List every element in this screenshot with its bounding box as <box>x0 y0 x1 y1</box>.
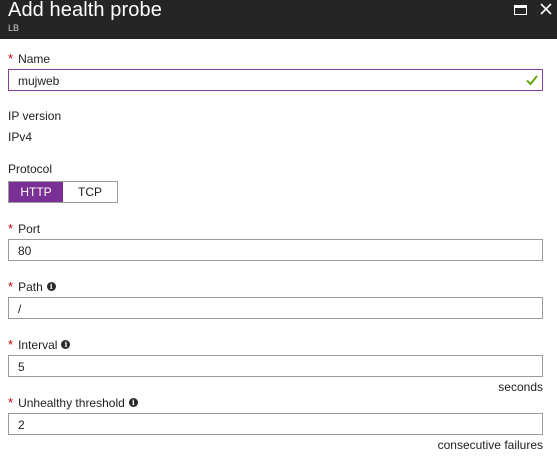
unhealthy-threshold-label-text: Unhealthy threshold <box>18 395 125 410</box>
blade-subtitle: LB <box>8 23 20 33</box>
interval-input[interactable]: 5 <box>8 355 543 377</box>
path-input[interactable]: / <box>8 297 543 319</box>
interval-label-text: Interval <box>18 337 58 352</box>
info-icon[interactable]: i <box>46 282 56 291</box>
blade-header: Add health probe LB <box>0 0 557 39</box>
path-label: * Path i <box>8 279 56 294</box>
checkmark-icon <box>526 75 538 86</box>
unhealthy-threshold-label: * Unhealthy threshold i <box>8 395 138 410</box>
port-label-text: Port <box>18 221 41 236</box>
info-icon[interactable]: i <box>61 340 71 349</box>
blade-title: Add health probe <box>8 0 162 21</box>
name-value: mujweb <box>18 74 60 88</box>
close-icon[interactable] <box>538 1 554 17</box>
protocol-option-http[interactable]: HTTP <box>9 182 63 202</box>
required-marker: * <box>8 279 14 294</box>
unhealthy-threshold-unit: consecutive failures <box>437 438 543 452</box>
maximize-icon[interactable] <box>514 5 527 15</box>
required-marker: * <box>8 337 14 352</box>
name-input[interactable]: mujweb <box>8 69 543 91</box>
required-marker: * <box>8 51 14 66</box>
protocol-label-text: Protocol <box>8 162 53 176</box>
ip-version-value: IPv4 <box>8 130 33 144</box>
interval-label: * Interval i <box>8 337 71 352</box>
name-label: * Name <box>8 51 50 66</box>
required-marker: * <box>8 221 14 236</box>
protocol-toggle: HTTP TCP <box>8 181 118 203</box>
port-input[interactable]: 80 <box>8 239 543 261</box>
required-marker: * <box>8 395 14 410</box>
port-value: 80 <box>18 244 32 258</box>
unhealthy-threshold-value: 2 <box>18 418 25 432</box>
port-label: * Port <box>8 221 40 236</box>
unhealthy-threshold-input[interactable]: 2 <box>8 413 543 435</box>
interval-unit: seconds <box>498 380 543 394</box>
interval-value: 5 <box>18 360 25 374</box>
protocol-option-tcp[interactable]: TCP <box>63 182 117 202</box>
name-label-text: Name <box>18 51 51 66</box>
ip-version-label: IP version <box>8 109 61 123</box>
path-label-text: Path <box>18 279 43 294</box>
info-icon[interactable]: i <box>128 398 138 407</box>
protocol-label: Protocol <box>8 162 52 176</box>
ip-version-label-text: IP version <box>8 109 62 123</box>
path-value: / <box>18 302 22 316</box>
